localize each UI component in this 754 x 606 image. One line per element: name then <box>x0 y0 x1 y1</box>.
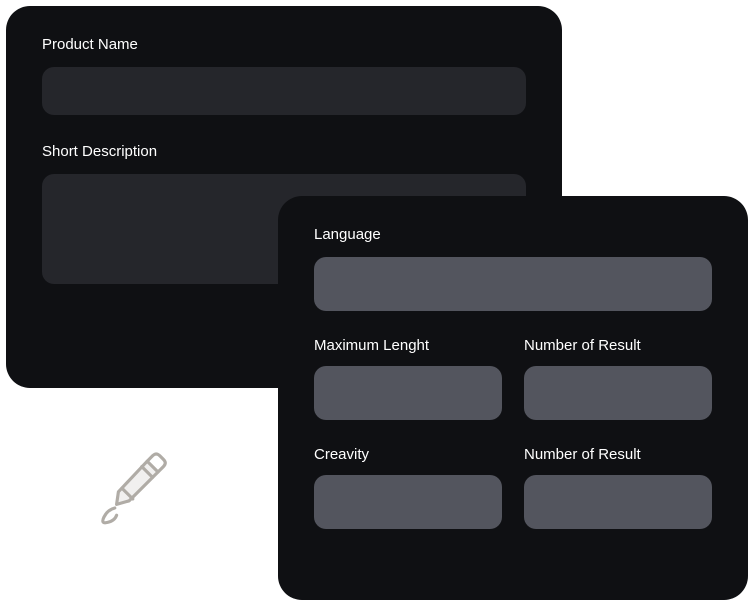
number-of-result-1-label: Number of Result <box>524 337 712 354</box>
number-of-result-2-label: Number of Result <box>524 446 712 463</box>
row-length-results: Maximum Lenght Number of Result <box>314 337 712 420</box>
product-name-group: Product Name <box>42 36 526 115</box>
pencil-icon <box>90 440 190 540</box>
number-of-result-2-group: Number of Result <box>524 446 712 529</box>
creativity-input[interactable] <box>314 475 502 529</box>
row-creativity-results: Creavity Number of Result <box>314 446 712 529</box>
language-input[interactable] <box>314 257 712 311</box>
maximum-length-input[interactable] <box>314 366 502 420</box>
number-of-result-1-input[interactable] <box>524 366 712 420</box>
language-label: Language <box>314 226 712 243</box>
product-name-input[interactable] <box>42 67 526 115</box>
number-of-result-1-group: Number of Result <box>524 337 712 420</box>
language-group: Language <box>314 226 712 311</box>
maximum-length-group: Maximum Lenght <box>314 337 502 420</box>
creativity-group: Creavity <box>314 446 502 529</box>
short-description-label: Short Description <box>42 143 526 160</box>
product-name-label: Product Name <box>42 36 526 53</box>
settings-form-card: Language Maximum Lenght Number of Result… <box>278 196 748 600</box>
number-of-result-2-input[interactable] <box>524 475 712 529</box>
maximum-length-label: Maximum Lenght <box>314 337 502 354</box>
creativity-label: Creavity <box>314 446 502 463</box>
